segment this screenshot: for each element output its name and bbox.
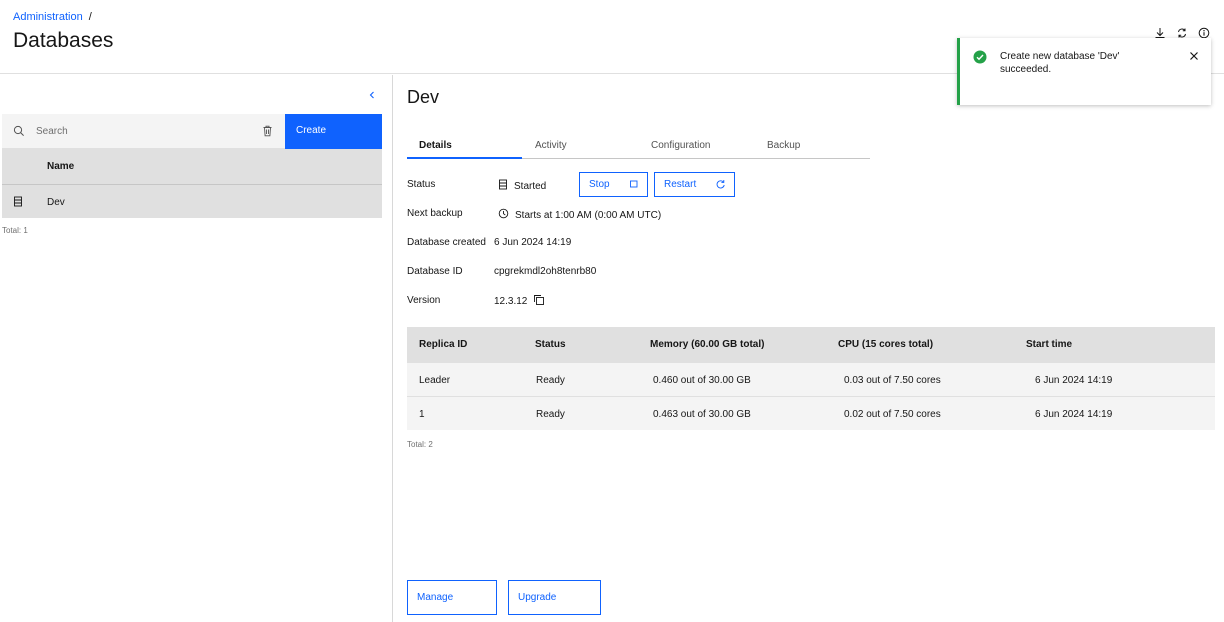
version-label: Version bbox=[407, 295, 441, 306]
replica-id-cell: 1 bbox=[419, 409, 425, 420]
database-id-value: cpgrekmdl2oh8tenrb80 bbox=[494, 266, 597, 277]
chevron-left-icon[interactable] bbox=[367, 90, 377, 103]
copy-icon[interactable] bbox=[533, 294, 545, 309]
replica-cpu-cell: 0.02 out of 7.50 cores bbox=[844, 409, 941, 420]
search-bar bbox=[2, 114, 285, 149]
restart-icon bbox=[715, 179, 726, 193]
column-header-cpu[interactable]: CPU (15 cores total) bbox=[838, 339, 933, 350]
restart-button-label: Restart bbox=[664, 179, 697, 190]
replica-start-time-cell: 6 Jun 2024 14:19 bbox=[1035, 409, 1113, 420]
version-value-group: 12.3.12 bbox=[494, 294, 545, 309]
created-value: 6 Jun 2024 14:19 bbox=[494, 237, 572, 248]
next-backup-label: Next backup bbox=[407, 208, 463, 219]
restart-button[interactable]: Restart bbox=[654, 172, 735, 197]
column-header-memory[interactable]: Memory (60.00 GB total) bbox=[650, 339, 764, 350]
tab-details[interactable]: Details bbox=[407, 137, 522, 159]
column-header-replica-id[interactable]: Replica ID bbox=[419, 339, 467, 350]
manage-button[interactable]: Manage bbox=[407, 580, 497, 615]
status-label: Status bbox=[407, 179, 436, 190]
toast-message: Create new database 'Dev' succeeded. bbox=[1000, 51, 1120, 75]
next-backup-value-group: Starts at 1:00 AM (0:00 AM UTC) bbox=[498, 208, 661, 222]
status-value: Started bbox=[514, 180, 547, 192]
breadcrumb-separator: / bbox=[88, 11, 92, 23]
database-name: Dev bbox=[47, 197, 65, 208]
replica-total: Total: 2 bbox=[407, 440, 433, 449]
replica-memory-cell: 0.463 out of 30.00 GB bbox=[653, 409, 751, 420]
list-total: Total: 1 bbox=[2, 226, 28, 235]
detail-tabs: Details Activity Configuration Backup bbox=[407, 137, 870, 159]
table-row[interactable]: Dev bbox=[2, 184, 382, 218]
detail-title: Dev bbox=[407, 87, 440, 107]
stop-icon bbox=[629, 179, 639, 192]
column-header-start-time[interactable]: Start time bbox=[1026, 339, 1072, 350]
replica-status-cell: Ready bbox=[536, 409, 565, 420]
close-icon[interactable] bbox=[1189, 51, 1199, 64]
replica-start-time-cell: 6 Jun 2024 14:19 bbox=[1035, 375, 1113, 386]
replica-id-cell: Leader bbox=[419, 375, 451, 386]
table-header: Name bbox=[2, 149, 382, 184]
breadcrumb: Administration / bbox=[13, 11, 92, 23]
created-label: Database created bbox=[407, 237, 486, 248]
table-row: Leader Ready 0.460 out of 30.00 GB 0.03 … bbox=[407, 362, 1215, 396]
column-header-name[interactable]: Name bbox=[47, 161, 74, 172]
table-row: 1 Ready 0.463 out of 30.00 GB 0.02 out o… bbox=[407, 396, 1215, 430]
replica-table: Replica ID Status Memory (60.00 GB total… bbox=[407, 327, 1215, 430]
page-title: Databases bbox=[13, 29, 114, 52]
tab-configuration[interactable]: Configuration bbox=[639, 137, 754, 159]
database-list-panel: Create Name Dev Total: 1 bbox=[0, 75, 393, 622]
database-table: Name Dev bbox=[2, 149, 382, 218]
stop-button-label: Stop bbox=[589, 179, 610, 190]
column-header-status[interactable]: Status bbox=[535, 339, 566, 350]
status-value-group: Started bbox=[498, 179, 546, 193]
checkmark-filled-icon bbox=[973, 50, 987, 67]
replica-status-cell: Ready bbox=[536, 375, 565, 386]
stop-button[interactable]: Stop bbox=[579, 172, 648, 197]
replica-memory-cell: 0.460 out of 30.00 GB bbox=[653, 375, 751, 386]
database-id-label: Database ID bbox=[407, 266, 463, 277]
next-backup-value: Starts at 1:00 AM (0:00 AM UTC) bbox=[515, 209, 662, 221]
database-icon bbox=[13, 196, 23, 210]
version-value: 12.3.12 bbox=[494, 296, 528, 307]
table-header: Replica ID Status Memory (60.00 GB total… bbox=[407, 327, 1215, 362]
tab-activity[interactable]: Activity bbox=[523, 137, 638, 159]
database-detail-panel: Dev Details Activity Configuration Backu… bbox=[394, 75, 1224, 622]
trash-can-icon[interactable] bbox=[262, 125, 273, 140]
breadcrumb-link-administration[interactable]: Administration bbox=[13, 11, 83, 23]
search-input[interactable] bbox=[34, 114, 249, 148]
upgrade-button[interactable]: Upgrade bbox=[508, 580, 601, 615]
tab-backup[interactable]: Backup bbox=[755, 137, 870, 159]
create-button[interactable]: Create bbox=[285, 114, 382, 149]
clock-icon bbox=[498, 208, 509, 222]
replica-cpu-cell: 0.03 out of 7.50 cores bbox=[844, 375, 941, 386]
database-icon bbox=[498, 179, 508, 193]
search-icon bbox=[13, 125, 25, 140]
